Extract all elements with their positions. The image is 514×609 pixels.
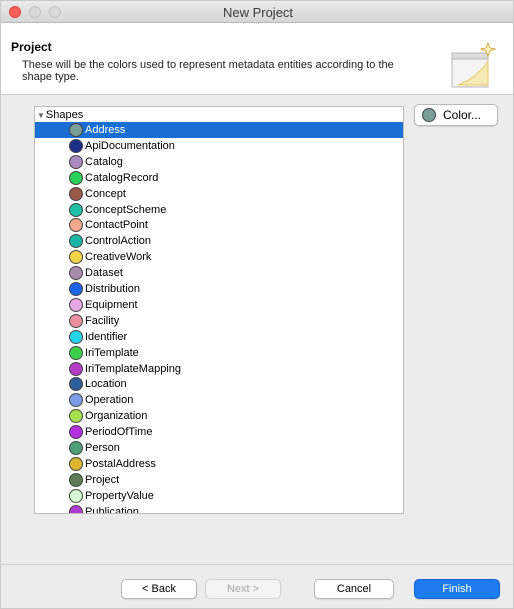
- tree-item-label: ContactPoint: [85, 219, 148, 232]
- tree-item[interactable]: Equipment: [35, 297, 403, 313]
- cancel-button[interactable]: Cancel: [314, 579, 394, 599]
- color-swatch-icon: [69, 297, 83, 312]
- finish-button[interactable]: Finish: [414, 579, 500, 599]
- tree-item[interactable]: PeriodOfTime: [35, 424, 403, 440]
- tree-root-shapes[interactable]: ▼ Shapes: [37, 108, 83, 122]
- footer-divider: [1, 564, 513, 565]
- color-swatch-icon: [69, 250, 83, 265]
- color-swatch-icon: [69, 218, 83, 233]
- color-swatch-icon: [69, 504, 83, 513]
- shapes-tree[interactable]: ▼ Shapes Address ApiDocumentation Catalog C…: [34, 106, 404, 514]
- page-description: These will be the colors used to represe…: [22, 59, 394, 83]
- tree-item-label: PropertyValue: [85, 489, 154, 502]
- tree-root-label: Shapes: [45, 109, 84, 121]
- tree-item-label: IriTemplate: [85, 346, 139, 359]
- color-swatch-icon: [69, 266, 83, 281]
- tree-item-label: Organization: [85, 410, 148, 423]
- wizard-header: Project These will be the colors used to…: [1, 23, 513, 95]
- tree-item-label: Person: [85, 442, 120, 454]
- tree-item[interactable]: Location: [35, 376, 403, 392]
- tree-item[interactable]: ConceptScheme: [35, 202, 403, 218]
- tree-item[interactable]: Project: [35, 472, 403, 488]
- tree-item-label: Publication: [85, 505, 139, 514]
- color-swatch-icon: [69, 123, 83, 137]
- tree-item-label: Identifier: [85, 330, 128, 343]
- window-title: New Project: [222, 5, 294, 20]
- color-swatch-icon: [69, 377, 83, 392]
- wizard-banner-icon: [451, 41, 496, 88]
- tree-item[interactable]: IriTemplate: [35, 345, 403, 361]
- color-swatch-icon: [69, 329, 83, 344]
- tree-item-label: Facility: [85, 314, 120, 327]
- tree-item-label: ConceptScheme: [85, 203, 167, 216]
- tree-item-label: IriTemplateMapping: [85, 362, 181, 375]
- color-swatch-icon: [69, 170, 83, 185]
- back-button[interactable]: < Back: [121, 579, 197, 599]
- tree-item-label: Equipment: [85, 298, 138, 311]
- tree-item[interactable]: Catalog: [35, 154, 403, 170]
- color-swatch-icon: [69, 409, 83, 424]
- tree-item-label: Dataset: [85, 267, 123, 280]
- tree-item[interactable]: Distribution: [35, 281, 403, 297]
- color-button-label: Color...: [443, 108, 482, 122]
- new-project-dialog: New Project Project These will be the co…: [0, 0, 514, 609]
- color-swatch-icon: [69, 361, 83, 376]
- tree-item-label: PeriodOfTime: [85, 426, 153, 439]
- tree-item-label: Concept: [85, 187, 126, 200]
- tree-item-label: ApiDocumentation: [85, 139, 175, 152]
- color-swatch-icon: [69, 138, 83, 153]
- color-swatch-icon: [69, 313, 83, 328]
- tree-item[interactable]: Address: [35, 122, 403, 138]
- tree-item[interactable]: Dataset: [35, 265, 403, 281]
- color-swatch-icon: [69, 425, 83, 440]
- tree-item-label: Catalog: [85, 155, 123, 168]
- color-swatch-icon: [69, 488, 83, 503]
- color-swatch-icon: [69, 441, 83, 455]
- color-swatch-icon: [69, 393, 83, 408]
- tree-item[interactable]: Identifier: [35, 329, 403, 345]
- tree-item[interactable]: CatalogRecord: [35, 170, 403, 186]
- tree-item-label: Location: [85, 378, 127, 391]
- tree-item-label: Project: [85, 473, 120, 486]
- tree-item[interactable]: ControlAction: [35, 233, 403, 249]
- tree-item[interactable]: ContactPoint: [35, 217, 403, 233]
- color-swatch-icon: [69, 456, 83, 471]
- next-button[interactable]: Next >: [205, 579, 281, 599]
- tree-item[interactable]: CreativeWork: [35, 249, 403, 265]
- color-swatch-icon: [69, 282, 83, 296]
- tree-item-label: Address: [85, 124, 126, 136]
- color-button[interactable]: Color...: [414, 104, 498, 126]
- tree-item-label: CreativeWork: [85, 251, 152, 264]
- tree-item-label: CatalogRecord: [85, 171, 159, 184]
- tree-item-label: Operation: [85, 394, 134, 407]
- tree-item[interactable]: ApiDocumentation: [35, 138, 403, 154]
- color-swatch-icon: [69, 154, 83, 169]
- tree-item[interactable]: IriTemplateMapping: [35, 361, 403, 377]
- tree-item[interactable]: PropertyValue: [35, 488, 403, 504]
- title-bar: New Project: [1, 1, 513, 23]
- page-title: Project: [11, 40, 52, 54]
- color-swatch-icon: [69, 186, 83, 201]
- color-swatch-icon: [69, 234, 83, 249]
- tree-item-label: PostalAddress: [85, 457, 156, 470]
- color-swatch-icon: [69, 345, 83, 360]
- tree-item[interactable]: Publication: [35, 504, 403, 514]
- tree-item[interactable]: Operation: [35, 392, 403, 408]
- disclosure-triangle-icon[interactable]: ▼: [37, 111, 45, 120]
- tree-item[interactable]: PostalAddress: [35, 456, 403, 472]
- tree-item[interactable]: Person: [35, 440, 403, 456]
- tree-item[interactable]: Concept: [35, 186, 403, 202]
- tree-item[interactable]: Organization: [35, 408, 403, 424]
- tree-item[interactable]: Facility: [35, 313, 403, 329]
- color-swatch-icon: [422, 108, 436, 122]
- tree-item-label: ControlAction: [85, 235, 152, 248]
- tree-item-label: Distribution: [85, 283, 141, 295]
- color-swatch-icon: [69, 472, 83, 487]
- color-swatch-icon: [69, 202, 83, 217]
